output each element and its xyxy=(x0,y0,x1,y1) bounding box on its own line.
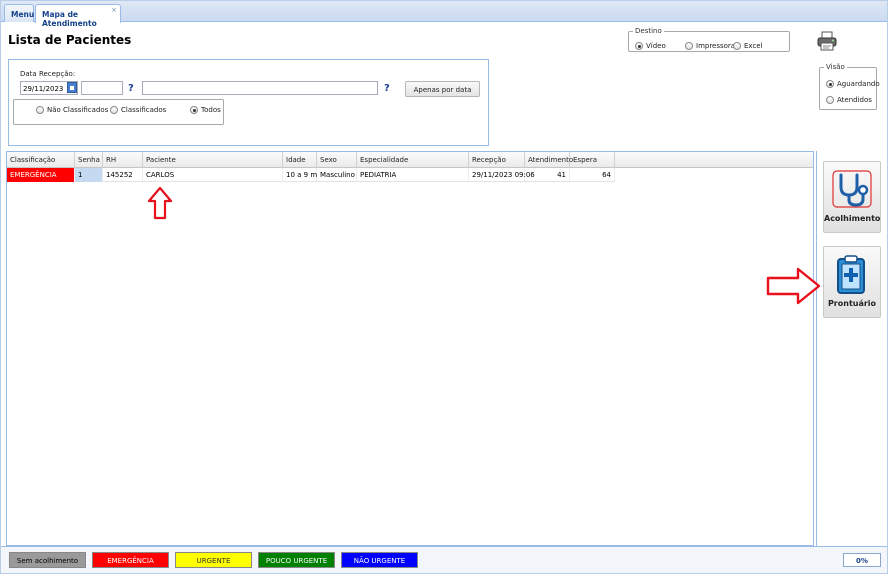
radio-nao-classificados-label: Não Classificados xyxy=(47,106,109,114)
cell-classificacao: EMERGÊNCIA xyxy=(7,168,75,182)
col-sexo[interactable]: Sexo xyxy=(317,152,357,168)
filter-panel: Data Recepção: 29/11/2023 ? ? Apenas por… xyxy=(8,59,489,146)
radio-classificados[interactable]: Classificados xyxy=(110,106,166,114)
col-idade[interactable]: Idade xyxy=(283,152,317,168)
tab-mapa-label: Mapa de Atendimento xyxy=(42,10,97,28)
annotation-arrow-right-icon xyxy=(766,267,821,305)
apenas-por-data-button[interactable]: Apenas por data xyxy=(405,81,480,97)
cell-atendimento: 41 xyxy=(525,168,570,182)
radio-aguardando-label: Aguardando xyxy=(837,80,880,88)
radio-dot-icon xyxy=(733,42,741,50)
tab-menu-label: Menu xyxy=(11,10,35,19)
tab-mapa-atendimento[interactable]: Mapa de Atendimento × xyxy=(35,4,121,28)
help-icon[interactable]: ? xyxy=(128,83,134,94)
cell-idade: 10 a 9 m xyxy=(283,168,317,182)
legend-sem-acolhimento: Sem acolhimento xyxy=(9,552,86,568)
annotation-arrow-up-icon xyxy=(147,186,173,220)
prontuario-label: Prontuário xyxy=(827,299,877,308)
cell-especialidade: PEDIATRIA xyxy=(357,168,469,182)
radio-dot-icon xyxy=(685,42,693,50)
radio-nao-classificados[interactable]: Não Classificados xyxy=(36,106,108,114)
tab-bar: Menu Mapa de Atendimento × xyxy=(1,1,887,28)
radio-atendidos[interactable]: Atendidos xyxy=(826,96,872,104)
radio-impressora-label: Impressora xyxy=(696,42,736,50)
radio-dot-icon xyxy=(826,80,834,88)
visao-group: Visão Aguardando Atendidos xyxy=(819,63,880,110)
print-button[interactable] xyxy=(816,30,838,52)
acolhimento-button[interactable]: Acolhimento xyxy=(823,161,881,233)
col-senha[interactable]: Senha xyxy=(75,152,103,168)
side-panel: Acolhimento Prontuário xyxy=(816,151,887,546)
col-espera[interactable]: Espera xyxy=(570,152,615,168)
help-icon[interactable]: ? xyxy=(384,83,390,94)
col-paciente[interactable]: Paciente xyxy=(143,152,283,168)
legend-pouco-urgente: POUCO URGENTE xyxy=(258,552,335,568)
printer-icon xyxy=(817,31,837,51)
stethoscope-icon xyxy=(832,170,872,208)
progress-indicator: 0% xyxy=(843,553,881,567)
radio-excel[interactable]: Excel xyxy=(733,42,763,50)
app-window: Menu Mapa de Atendimento × Lista de Paci… xyxy=(0,0,888,574)
col-rh[interactable]: RH xyxy=(103,152,143,168)
table-row[interactable]: EMERGÊNCIA 1 145252 CARLOS 10 a 9 m Masc… xyxy=(7,168,615,182)
visao-legend: Visão xyxy=(826,63,845,71)
radio-atendidos-label: Atendidos xyxy=(837,96,872,104)
radio-aguardando[interactable]: Aguardando xyxy=(826,80,880,88)
grid-header: Classificação Senha RH Paciente Idade Se… xyxy=(7,152,813,168)
radio-dot-icon xyxy=(826,96,834,104)
calendar-icon[interactable] xyxy=(67,82,77,93)
date-label: Data Recepção: xyxy=(20,70,76,78)
destino-legend: Destino xyxy=(635,27,662,35)
radio-dot-icon xyxy=(635,42,643,50)
col-atendimento[interactable]: Atendimento xyxy=(525,152,573,168)
col-classificacao[interactable]: Classificação xyxy=(7,152,75,168)
col-especialidade[interactable]: Especialidade xyxy=(357,152,469,168)
patient-grid: Classificação Senha RH Paciente Idade Se… xyxy=(6,151,814,546)
destino-group: Destino Vídeo Impressora Excel xyxy=(628,27,790,52)
legend-nao-urgente: NÃO URGENTE xyxy=(341,552,418,568)
tab-menu[interactable]: Menu xyxy=(4,4,34,22)
code-input[interactable] xyxy=(81,81,123,95)
radio-todos-label: Todos xyxy=(201,106,221,114)
radio-dot-icon xyxy=(36,106,44,114)
col-recepcao[interactable]: Recepção xyxy=(469,152,525,168)
radio-video[interactable]: Vídeo xyxy=(635,42,666,50)
description-input[interactable] xyxy=(142,81,378,95)
cell-sexo: Masculino xyxy=(317,168,357,182)
radio-impressora[interactable]: Impressora xyxy=(685,42,735,50)
cell-espera: 64 xyxy=(570,168,615,182)
legend-emergencia: EMERGÊNCIA xyxy=(92,552,169,568)
acolhimento-label: Acolhimento xyxy=(824,214,881,223)
cell-senha: 1 xyxy=(75,168,103,182)
radio-classificados-label: Classificados xyxy=(121,106,167,114)
legend-urgente: URGENTE xyxy=(175,552,252,568)
cell-recepcao: 29/11/2023 09:06 xyxy=(469,168,535,182)
close-icon[interactable]: × xyxy=(111,6,117,14)
legend-bar: Sem acolhimento EMERGÊNCIA URGENTE POUCO… xyxy=(1,546,887,573)
radio-todos[interactable]: Todos xyxy=(190,106,221,114)
prontuario-button[interactable]: Prontuário xyxy=(823,246,881,318)
classification-group: Não Classificados Classificados Todos xyxy=(13,99,224,125)
clipboard-medical-icon xyxy=(837,255,865,294)
radio-dot-icon xyxy=(110,106,118,114)
cell-rh: 145252 xyxy=(103,168,143,182)
radio-excel-label: Excel xyxy=(744,42,763,50)
page-title: Lista de Pacientes xyxy=(8,33,132,47)
radio-video-label: Vídeo xyxy=(646,42,666,50)
cell-paciente: CARLOS xyxy=(143,168,283,182)
radio-dot-icon xyxy=(190,106,198,114)
